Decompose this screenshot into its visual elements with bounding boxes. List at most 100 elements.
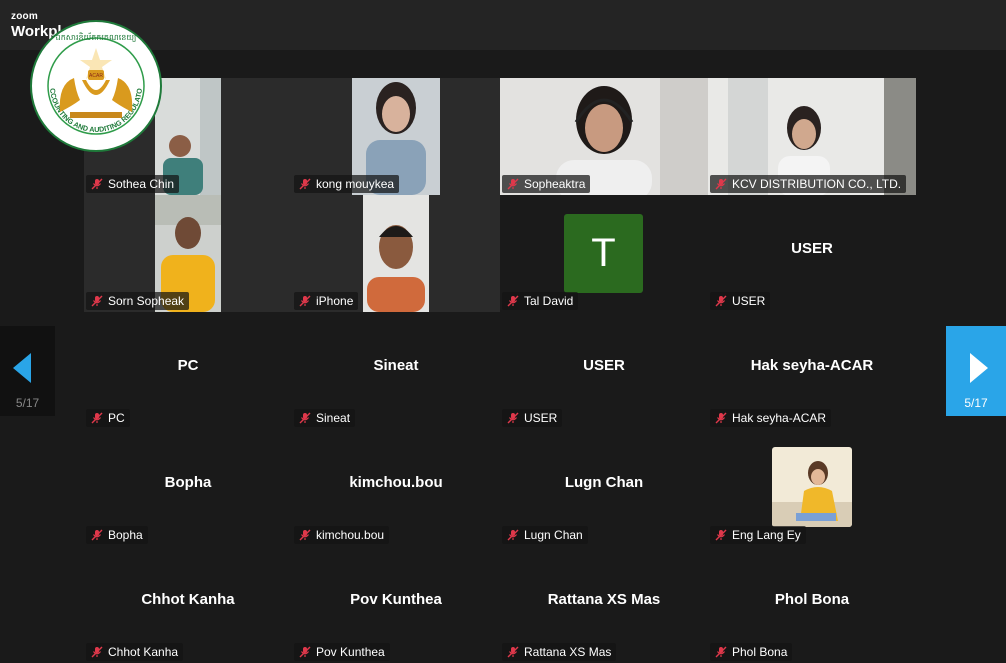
display-name: kimchou.bou: [349, 474, 443, 491]
display-name: Bopha: [164, 474, 212, 491]
muted-mic-icon: [91, 646, 103, 658]
participant-label: Sothea Chin: [86, 175, 180, 193]
display-name: USER: [583, 357, 625, 374]
participant-name: USER: [732, 294, 766, 308]
participant-name: USER: [524, 411, 558, 425]
previous-page-button[interactable]: 5/17: [0, 326, 55, 416]
muted-mic-icon: [299, 178, 311, 190]
display-name: Pov Kunthea: [350, 591, 442, 608]
camera-feed: [363, 195, 429, 312]
acar-seal-image: ឯកសារនិយ័តករគណនេយ្យ ACCOUNTING AND AUDIT…: [27, 13, 162, 152]
chevron-right-icon: [970, 353, 988, 383]
participant-label: Pov Kunthea: [294, 643, 390, 661]
tile-sineat[interactable]: Sineat Sineat: [292, 312, 500, 429]
participant-name: KCV DISTRIBUTION CO., LTD.: [732, 177, 902, 191]
muted-mic-icon: [507, 178, 519, 190]
participant-label: kimchou.bou: [294, 526, 390, 544]
participant-name: iPhone: [316, 294, 354, 308]
tile-lugn-chan[interactable]: Lugn Chan Lugn Chan: [500, 429, 708, 546]
participant-label: Hak seyha-ACAR: [710, 409, 832, 427]
tile-hak-seyha-acar[interactable]: Hak seyha-ACAR Hak seyha-ACAR: [708, 312, 916, 429]
display-name: Hak seyha-ACAR: [750, 357, 874, 374]
display-name: Chhot Kanha: [141, 591, 235, 608]
participant-name: Sorn Sopheak: [108, 294, 185, 308]
participant-label: Rattana XS Mas: [502, 643, 617, 661]
muted-mic-icon: [715, 529, 727, 541]
participant-label: Bopha: [86, 526, 148, 544]
participant-label: Sopheaktra: [502, 175, 591, 193]
tile-user-2[interactable]: USER USER: [500, 312, 708, 429]
muted-mic-icon: [91, 412, 103, 424]
next-page-button[interactable]: 5/17: [946, 326, 1006, 416]
tile-rattana-xs-mas[interactable]: Rattana XS Mas Rattana XS Mas: [500, 546, 708, 663]
participant-name: Eng Lang Ey: [732, 528, 801, 542]
muted-mic-icon: [507, 295, 519, 307]
page-indicator-left: 5/17: [15, 396, 40, 410]
tile-kimchou-bou[interactable]: kimchou.bou kimchou.bou: [292, 429, 500, 546]
acar-logo: ឯកសារនិយ័តករគណនេយ្យ ACCOUNTING AND AUDIT…: [27, 13, 162, 152]
participant-name: Sopheaktra: [524, 177, 586, 191]
gallery-view: Sothea Chin kong mouykea Sopheaktra KCV …: [84, 78, 916, 663]
muted-mic-icon: [299, 646, 311, 658]
muted-mic-icon: [507, 646, 519, 658]
display-name: Sineat: [373, 357, 419, 374]
tile-user-1[interactable]: USER USER: [708, 195, 916, 312]
display-name: Rattana XS Mas: [547, 591, 661, 608]
tile-chhot-kanha[interactable]: Chhot Kanha Chhot Kanha: [84, 546, 292, 663]
svg-text:ឯកសារនិយ័តករគណនេយ្យ: ឯកសារនិយ័តករគណនេយ្យ: [56, 32, 137, 42]
participant-label: Eng Lang Ey: [710, 526, 806, 544]
tile-pov-kunthea[interactable]: Pov Kunthea Pov Kunthea: [292, 546, 500, 663]
display-name: USER: [791, 240, 833, 257]
profile-photo-image: [772, 447, 852, 527]
participant-label: Sineat: [294, 409, 356, 427]
video-tile-kong-mouykea[interactable]: kong mouykea: [292, 78, 500, 195]
svg-text:ACAR: ACAR: [89, 73, 103, 79]
participant-name: Sothea Chin: [108, 177, 175, 191]
muted-mic-icon: [715, 178, 727, 190]
muted-mic-icon: [507, 412, 519, 424]
participant-label: USER: [502, 409, 563, 427]
tile-bopha[interactable]: Bopha Bopha: [84, 429, 292, 546]
muted-mic-icon: [299, 412, 311, 424]
person-video-image: [363, 195, 429, 312]
muted-mic-icon: [507, 529, 519, 541]
participant-name: kong mouykea: [316, 177, 395, 191]
participant-label: kong mouykea: [294, 175, 400, 193]
video-tile-iphone[interactable]: iPhone: [292, 195, 500, 312]
participant-name: Hak seyha-ACAR: [732, 411, 827, 425]
muted-mic-icon: [299, 295, 311, 307]
participant-label: Chhot Kanha: [86, 643, 184, 661]
display-name: PC: [177, 357, 199, 374]
participant-label: Lugn Chan: [502, 526, 588, 544]
muted-mic-icon: [715, 295, 727, 307]
video-tile-sopheaktra[interactable]: Sopheaktra: [500, 78, 708, 195]
participant-label: USER: [710, 292, 771, 310]
muted-mic-icon: [299, 529, 311, 541]
video-tile-sorn-sopheak[interactable]: Sorn Sopheak: [84, 195, 292, 312]
avatar: T: [564, 214, 643, 293]
video-tile-kcv-distribution[interactable]: KCV DISTRIBUTION CO., LTD.: [708, 78, 916, 195]
participant-name: Sineat: [316, 411, 351, 425]
participant-label: iPhone: [294, 292, 359, 310]
participant-label: Tal David: [502, 292, 579, 310]
tile-eng-lang-ey[interactable]: Eng Lang Ey: [708, 429, 916, 546]
display-name: Lugn Chan: [564, 474, 644, 491]
tile-pc[interactable]: PC PC: [84, 312, 292, 429]
muted-mic-icon: [91, 529, 103, 541]
profile-photo: [772, 447, 852, 527]
tile-phol-bona[interactable]: Phol Bona Phol Bona: [708, 546, 916, 663]
muted-mic-icon: [715, 646, 727, 658]
muted-mic-icon: [91, 295, 103, 307]
participant-label: Phol Bona: [710, 643, 793, 661]
chevron-left-icon: [13, 353, 31, 383]
participant-label: PC: [86, 409, 130, 427]
muted-mic-icon: [91, 178, 103, 190]
participant-name: Bopha: [108, 528, 143, 542]
participant-name: kimchou.bou: [316, 528, 385, 542]
display-name: Phol Bona: [774, 591, 850, 608]
participant-label: Sorn Sopheak: [86, 292, 190, 310]
tile-tal-david[interactable]: T Tal David: [500, 195, 708, 312]
participant-name: Lugn Chan: [524, 528, 583, 542]
participant-name: Tal David: [524, 294, 574, 308]
muted-mic-icon: [715, 412, 727, 424]
